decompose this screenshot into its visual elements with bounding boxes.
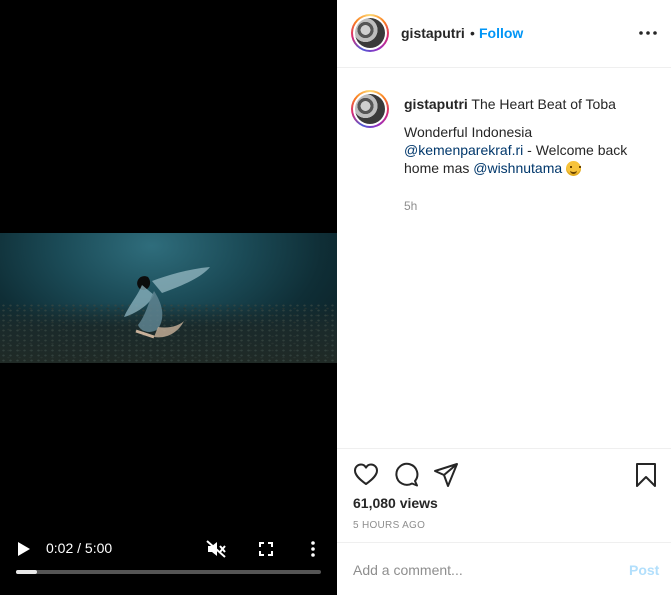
- horizontal-dots-icon: [639, 31, 657, 35]
- smiling-face-icon: [566, 161, 582, 176]
- comment-button[interactable]: [393, 462, 419, 488]
- post-side-panel: gistaputri • Follow gistaputri The Heart…: [337, 0, 671, 595]
- video-progress-fill: [16, 570, 38, 574]
- avatar-photo: [355, 18, 385, 48]
- caption-area: gistaputri The Heart Beat of Toba Wonder…: [337, 68, 671, 448]
- follow-button[interactable]: Follow: [479, 25, 523, 41]
- like-button[interactable]: [353, 462, 379, 488]
- caption-title: The Heart Beat of Toba: [471, 96, 616, 112]
- vertical-dots-icon: [311, 541, 315, 557]
- heart-icon: [354, 463, 378, 485]
- play-icon: [18, 542, 30, 556]
- bookmark-icon: [636, 463, 656, 487]
- muted-speaker-icon: [206, 540, 226, 558]
- avatar-photo: [355, 94, 385, 124]
- caption-username[interactable]: gistaputri: [404, 96, 468, 112]
- video-frame[interactable]: [0, 233, 337, 363]
- share-button[interactable]: [433, 462, 459, 488]
- video-time: 0:02 / 5:00: [46, 540, 113, 556]
- mention-link[interactable]: @kemenparekraf.ri: [404, 142, 523, 158]
- view-count[interactable]: 61,080 views: [353, 495, 438, 511]
- video-player[interactable]: 0:02 / 5:00: [0, 0, 337, 595]
- caption-text: gistaputri The Heart Beat of Toba Wonder…: [404, 95, 659, 177]
- comment-bubble-icon: [395, 462, 419, 487]
- paper-plane-icon: [434, 463, 458, 487]
- underwater-figure: [124, 267, 210, 339]
- post-options-button[interactable]: [637, 24, 659, 42]
- avatar[interactable]: [351, 14, 389, 52]
- post-time-ago[interactable]: 5 HOURS AGO: [353, 520, 425, 531]
- post-header: gistaputri • Follow: [337, 0, 671, 68]
- post-comment-button[interactable]: Post: [629, 562, 659, 578]
- post-actions: 61,080 views 5 HOURS AGO: [337, 448, 671, 542]
- separator-dot: •: [470, 25, 475, 41]
- caption-line: Wonderful Indonesia: [404, 124, 533, 140]
- header-username[interactable]: gistaputri: [401, 25, 465, 41]
- mute-button[interactable]: [205, 539, 227, 559]
- play-button[interactable]: [14, 539, 34, 559]
- comment-input[interactable]: [353, 560, 603, 580]
- caption-avatar[interactable]: [351, 90, 389, 128]
- save-button[interactable]: [633, 462, 659, 488]
- fullscreen-icon: [259, 542, 273, 556]
- comment-section: Post: [337, 542, 671, 595]
- mention-link[interactable]: @wishnutama: [473, 160, 562, 176]
- video-options-button[interactable]: [303, 538, 323, 560]
- video-progress-bar[interactable]: [16, 570, 321, 574]
- fullscreen-button[interactable]: [256, 539, 276, 559]
- caption-timestamp[interactable]: 5h: [404, 199, 417, 213]
- video-controls: 0:02 / 5:00: [0, 525, 337, 595]
